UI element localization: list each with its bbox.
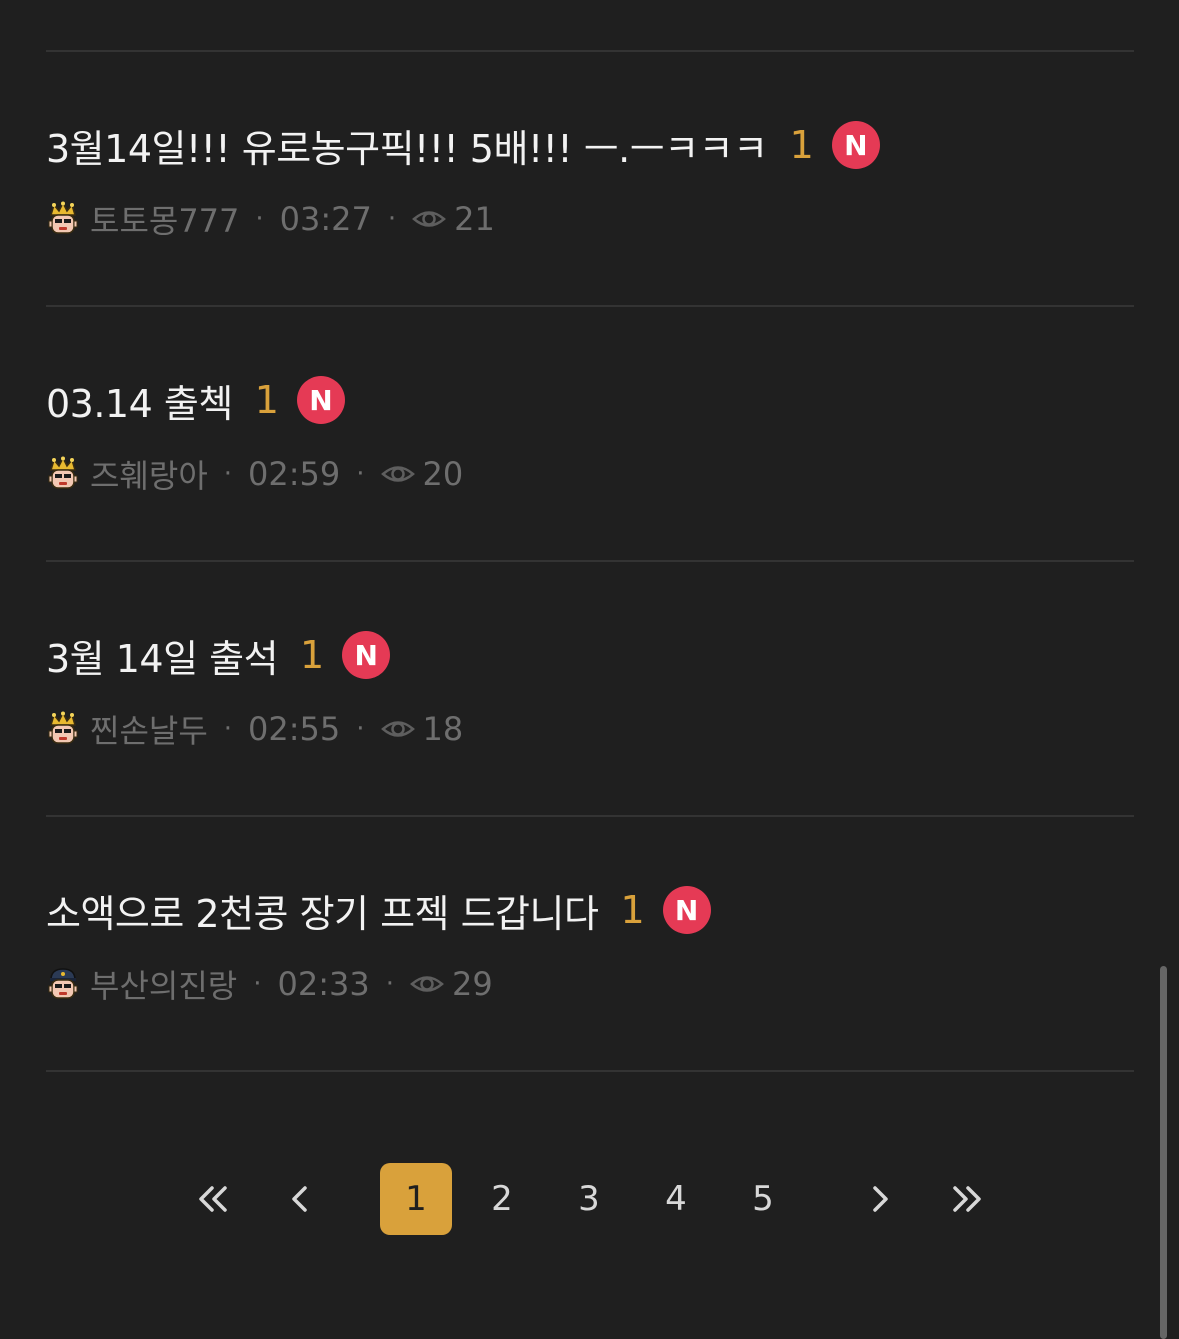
post-time: 02:33	[277, 965, 370, 1003]
eye-icon	[380, 466, 415, 482]
post-meta: 즈훼랑아 · 02:59 · 20	[46, 452, 463, 496]
comment-count: 1	[789, 123, 814, 167]
page-button-3[interactable]: 3	[559, 1163, 619, 1235]
meta-separator: ·	[356, 459, 365, 489]
post-meta: 토토몽777 · 03:27 · 21	[46, 197, 495, 241]
view-count: 20	[422, 455, 464, 493]
first-page-button[interactable]	[190, 1163, 236, 1235]
meta-separator: ·	[356, 714, 365, 744]
next-page-button[interactable]	[860, 1163, 900, 1235]
post-time: 02:59	[248, 455, 341, 493]
post-author[interactable]: 부산의진랑	[90, 961, 237, 1007]
last-page-button[interactable]	[944, 1163, 990, 1235]
post-title[interactable]: 3월14일!!! 유로농구픽!!! 5배!!! ㅡ.ㅡㅋㅋㅋ	[46, 118, 768, 173]
post-title[interactable]: 소액으로 2천콩 장기 프젝 드갑니다	[46, 883, 599, 938]
meta-separator: ·	[255, 204, 264, 234]
post-title-row[interactable]: 소액으로 2천콩 장기 프젝 드갑니다 1 N	[46, 883, 711, 938]
post-author[interactable]: 즈훼랑아	[90, 451, 208, 497]
post-title-row[interactable]: 3월14일!!! 유로농구픽!!! 5배!!! ㅡ.ㅡㅋㅋㅋ 1 N	[46, 118, 880, 173]
pagination: 1 2 3 4 5	[0, 1163, 1179, 1235]
chevron-left-icon	[292, 1186, 307, 1212]
list-item[interactable]: 3월14일!!! 유로농구픽!!! 5배!!! ㅡ.ㅡㅋㅋㅋ 1 N 토토몽77…	[46, 52, 1134, 306]
meta-separator: ·	[387, 204, 397, 234]
crowned-character-avatar-icon	[48, 456, 78, 489]
post-title-row[interactable]: 03.14 출첵 1 N	[46, 373, 345, 428]
comment-count: 1	[620, 888, 645, 932]
new-badge: N	[342, 631, 391, 679]
post-meta: 찐손날두 · 02:55 · 18	[46, 707, 463, 751]
divider	[46, 1070, 1134, 1072]
crowned-character-avatar-icon	[48, 201, 78, 234]
capped-character-avatar-icon	[48, 968, 78, 999]
new-badge: N	[296, 376, 345, 424]
eye-icon	[410, 976, 444, 992]
view-count: 29	[451, 965, 493, 1003]
post-author[interactable]: 토토몽777	[90, 196, 239, 242]
eye-icon	[380, 721, 415, 737]
meta-separator: ·	[223, 714, 233, 744]
comment-count: 1	[300, 633, 325, 677]
post-meta: 부산의진랑 · 02:33 · 29	[46, 962, 493, 1006]
eye-icon	[412, 211, 447, 227]
view-count: 18	[422, 710, 464, 748]
post-title[interactable]: 03.14 출첵	[46, 373, 233, 428]
new-badge: N	[662, 886, 711, 934]
list-item[interactable]: 소액으로 2천콩 장기 프젝 드갑니다 1 N 부산의진랑 · 02:33 ·	[46, 817, 1134, 1071]
post-title-row[interactable]: 3월 14일 출석 1 N	[46, 628, 391, 683]
double-chevron-right-icon	[953, 1186, 981, 1212]
chevron-right-icon	[873, 1186, 888, 1212]
comment-count: 1	[254, 378, 279, 422]
list-item[interactable]: 3월 14일 출석 1 N 찐손날두 · 02:55 · 18	[46, 562, 1134, 816]
post-time: 03:27	[279, 200, 372, 238]
new-badge: N	[831, 121, 880, 169]
meta-separator: ·	[385, 969, 394, 999]
post-title[interactable]: 3월 14일 출석	[46, 628, 279, 683]
crowned-character-avatar-icon	[48, 711, 78, 744]
page-button-1[interactable]: 1	[380, 1163, 452, 1235]
meta-separator: ·	[253, 969, 262, 999]
post-author[interactable]: 찐손날두	[90, 706, 208, 752]
page-button-4[interactable]: 4	[646, 1163, 706, 1235]
view-count: 21	[454, 200, 495, 238]
meta-separator: ·	[223, 459, 233, 489]
page-button-5[interactable]: 5	[733, 1163, 793, 1235]
scrollbar[interactable]	[1160, 966, 1167, 1339]
page-button-2[interactable]: 2	[472, 1163, 532, 1235]
prev-page-button[interactable]	[280, 1163, 320, 1235]
list-item[interactable]: 03.14 출첵 1 N 즈훼랑아 · 02:59 · 20	[46, 307, 1134, 561]
post-time: 02:55	[248, 710, 341, 748]
double-chevron-left-icon	[199, 1186, 227, 1212]
